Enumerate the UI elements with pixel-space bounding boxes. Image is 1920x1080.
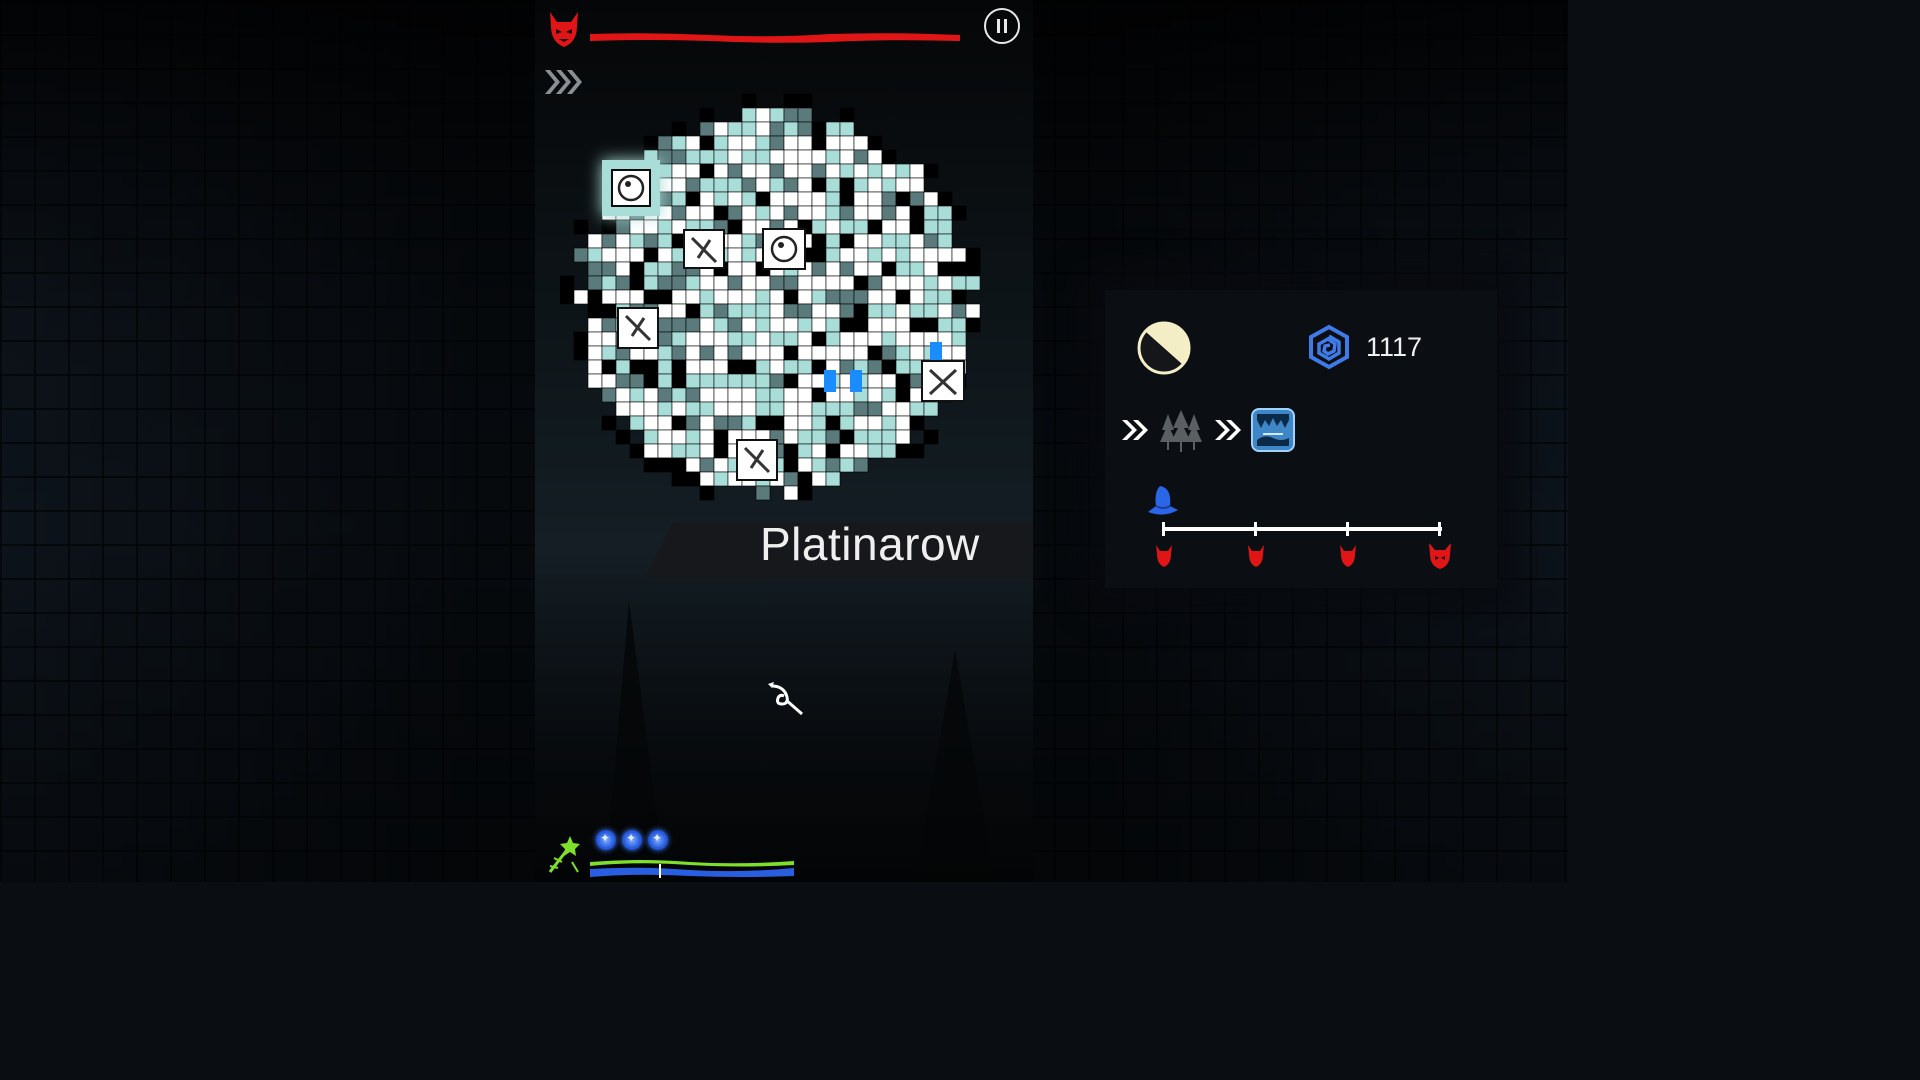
moon-phase-icon	[1137, 321, 1191, 375]
devil-head-icon	[550, 12, 578, 47]
map-node-start[interactable]	[602, 160, 660, 216]
mana-orb	[622, 830, 642, 850]
fast-forward-icon	[1215, 420, 1241, 440]
currency-amount: 1117	[1366, 332, 1423, 362]
map-node[interactable]	[921, 360, 965, 402]
devil-head-icon	[1340, 545, 1356, 567]
wave-progress-track	[1162, 522, 1442, 536]
map-eye	[850, 370, 862, 392]
devil-head-icon	[1156, 545, 1172, 567]
pause-button[interactable]	[984, 8, 1020, 44]
devil-head-icon	[1248, 545, 1264, 567]
forest-icon	[1160, 410, 1202, 452]
boss-devil-head-icon	[1429, 543, 1451, 569]
magic-wand-icon	[548, 836, 580, 873]
mana-orb	[596, 830, 616, 850]
fast-forward-icon	[1122, 420, 1148, 440]
map-node[interactable]	[762, 228, 806, 270]
ice-cave-icon	[1251, 408, 1295, 452]
spiral-cursor-icon	[768, 682, 803, 716]
map-node[interactable]	[617, 307, 659, 349]
level-name: Platinarow	[760, 518, 980, 570]
blue-spiral-icon	[1309, 324, 1349, 370]
wizard-hat-icon	[1148, 486, 1178, 515]
mana-orbs	[596, 830, 668, 850]
mana-bar	[590, 860, 794, 878]
map-eye	[824, 370, 836, 392]
map-node[interactable]	[683, 229, 725, 269]
pause-icon-bar	[997, 19, 1000, 33]
mana-orb	[648, 830, 668, 850]
level-map[interactable]	[560, 80, 1010, 510]
boss-health-bar	[590, 33, 960, 43]
map-node[interactable]	[736, 439, 778, 481]
pause-icon-bar	[1004, 19, 1007, 33]
